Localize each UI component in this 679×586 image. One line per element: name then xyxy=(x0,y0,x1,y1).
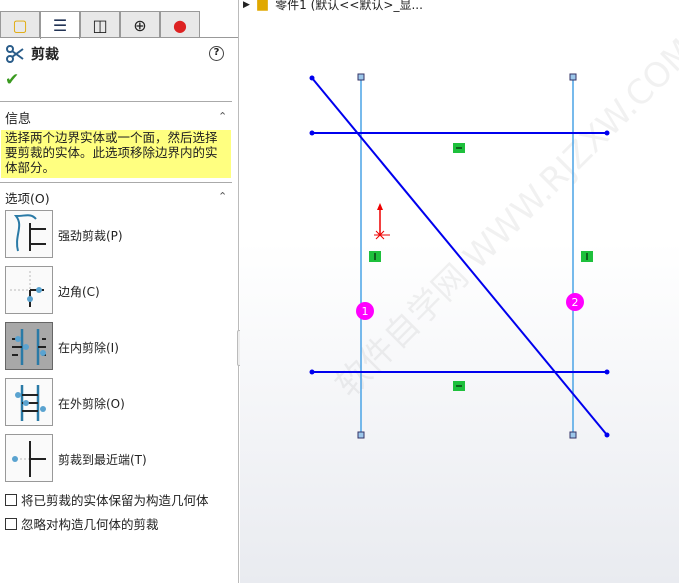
trim-closest-icon xyxy=(12,441,46,477)
breadcrumb-text: 零件1 (默认<<默认>_显... xyxy=(275,0,423,12)
expand-arrow-icon[interactable]: ▶ xyxy=(243,0,250,10)
trim-inside-icon xyxy=(12,329,46,365)
origin-icon xyxy=(374,203,390,240)
trim-outside-icon xyxy=(15,385,46,421)
collapse-info-chevron-icon[interactable]: ⌃ xyxy=(218,110,227,123)
tab-property-manager[interactable]: ☰ xyxy=(40,11,80,39)
trim-to-closest-button[interactable] xyxy=(5,434,53,482)
trim-away-outside-button[interactable] xyxy=(5,378,53,426)
appearance-ball-icon: ● xyxy=(173,15,187,35)
collapse-options-chevron-icon[interactable]: ⌃ xyxy=(218,190,227,203)
ok-check-button[interactable]: ✔ xyxy=(5,70,19,90)
options-header: 选项(O) xyxy=(5,191,50,206)
corner-icon xyxy=(10,271,46,307)
sketch: 软件自学网 WWW.RJZXW.COM 1 2 xyxy=(309,31,679,439)
property-manager-panel: ▢ ☰ ◫ ⊕ ● 剪裁 ? ✔ 信息 ⌃ 选择两个边界实体或一个面，然后选择要… xyxy=(0,0,239,583)
marker-2-label: 2 xyxy=(572,296,579,309)
power-trim-label: 强劲剪裁(P) xyxy=(58,229,123,243)
checkbox-label: 忽略对构造几何体的剪裁 xyxy=(21,517,159,532)
trim-inside-label: 在内剪除(I) xyxy=(58,341,119,355)
ignore-construction-checkbox[interactable]: 忽略对构造几何体的剪裁 xyxy=(5,514,159,533)
panel-tabs: ▢ ☰ ◫ ⊕ ● xyxy=(0,11,200,39)
graphics-area[interactable]: 软件自学网 WWW.RJZXW.COM 1 2 xyxy=(240,14,679,583)
checkbox-box[interactable] xyxy=(5,493,17,506)
part-icon: ■ xyxy=(255,0,270,13)
breadcrumb[interactable]: ▶ ■ 零件1 (默认<<默认>_显... xyxy=(243,0,423,13)
list-icon: ☰ xyxy=(52,16,68,35)
checkbox-label: 将已剪裁的实体保留为构造几何体 xyxy=(21,493,209,508)
trim-icon xyxy=(6,45,24,63)
help-button[interactable]: ? xyxy=(209,46,224,61)
corner-button[interactable] xyxy=(5,266,53,314)
trim-outside-label: 在外剪除(O) xyxy=(58,397,125,411)
tab-configuration-manager[interactable]: ◫ xyxy=(80,11,120,38)
keep-trimmed-as-construction-checkbox[interactable]: 将已剪裁的实体保留为构造几何体 xyxy=(5,490,209,509)
part-icon: ▢ xyxy=(12,15,28,35)
tab-display-manager[interactable]: ● xyxy=(160,11,200,38)
title-text: 剪裁 xyxy=(31,47,59,63)
trim-closest-label: 剪裁到最近端(T) xyxy=(58,453,147,467)
marker-1-label: 1 xyxy=(362,305,369,318)
trim-away-inside-button[interactable] xyxy=(5,322,53,370)
power-trim-button[interactable] xyxy=(5,210,53,258)
crosshair-icon: ⊕ xyxy=(133,15,147,35)
info-message: 选择两个边界实体或一个面，然后选择要剪裁的实体。此选项移除边界内的实体部分。 xyxy=(1,130,231,178)
tab-feature-manager[interactable]: ▢ xyxy=(0,11,40,38)
config-icon: ◫ xyxy=(92,15,108,35)
info-header: 信息 xyxy=(5,112,32,127)
power-trim-icon xyxy=(13,214,46,252)
checkbox-box[interactable] xyxy=(5,517,17,530)
corner-label: 边角(C) xyxy=(58,285,100,299)
tab-dimxpert[interactable]: ⊕ xyxy=(120,11,160,38)
feature-title: 剪裁 xyxy=(5,44,59,64)
